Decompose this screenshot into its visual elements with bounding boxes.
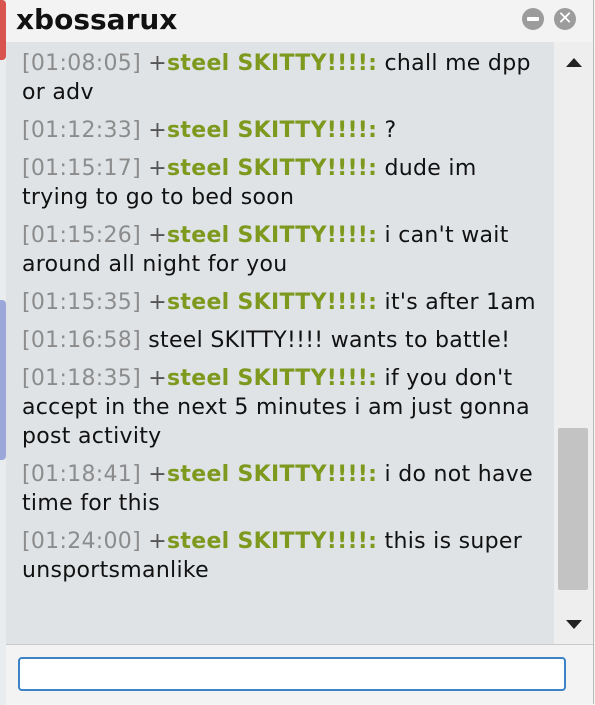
message-timestamp: [01:12:33]: [22, 118, 141, 143]
chat-message: [01:08:05] +steel SKITTY!!!!: chall me d…: [6, 46, 554, 113]
message-username[interactable]: steel SKITTY!!!!:: [167, 529, 377, 554]
chat-composer: [6, 644, 593, 704]
chat-log[interactable]: [01:08:05] +steel SKITTY!!!!: chall me d…: [6, 42, 554, 644]
arrow-up-icon[interactable]: [566, 58, 582, 67]
message-rank: +: [140, 529, 168, 554]
message-username[interactable]: steel SKITTY!!!!:: [167, 290, 377, 315]
message-username[interactable]: steel SKITTY!!!!:: [167, 51, 377, 76]
chat-window: xbossarux ✕ [01:08:05] +steel SKITTY!!!!…: [6, 0, 594, 704]
message-timestamp: [01:18:35]: [22, 366, 141, 391]
message-text: it's after 1am: [377, 290, 536, 315]
chat-message: [01:12:33] +steel SKITTY!!!!: ?: [6, 113, 554, 151]
message-timestamp: [01:18:41]: [22, 462, 141, 487]
system-message: [01:16:58] steel SKITTY!!!! wants to bat…: [6, 323, 554, 361]
minimize-icon: [527, 17, 539, 21]
message-timestamp: [01:24:00]: [22, 529, 141, 554]
message-rank: +: [140, 462, 168, 487]
message-timestamp: [01:15:26]: [22, 223, 141, 248]
scrollbar-thumb[interactable]: [558, 428, 588, 590]
message-username[interactable]: steel SKITTY!!!!:: [167, 156, 377, 181]
message-timestamp: [01:08:05]: [22, 51, 141, 76]
message-username[interactable]: steel SKITTY!!!!:: [167, 118, 377, 143]
message-username[interactable]: steel SKITTY!!!!:: [167, 223, 377, 248]
chat-message: [01:24:00] +steel SKITTY!!!!: this is su…: [6, 524, 554, 591]
chat-message: [01:15:17] +steel SKITTY!!!!: dude im tr…: [6, 151, 554, 218]
minimize-button[interactable]: [522, 8, 544, 30]
chat-message: [01:18:41] +steel SKITTY!!!!: i do not h…: [6, 457, 554, 524]
chat-message: [01:15:26] +steel SKITTY!!!!: i can't wa…: [6, 218, 554, 285]
message-text: ?: [377, 118, 397, 143]
title-bar[interactable]: xbossarux ✕: [6, 0, 593, 42]
chat-input[interactable]: [18, 657, 566, 691]
message-rank: +: [140, 51, 168, 76]
message-timestamp: [01:15:35]: [22, 290, 141, 315]
message-rank: +: [140, 366, 168, 391]
chat-scrollbar[interactable]: [554, 42, 593, 644]
message-timestamp: [01:15:17]: [22, 156, 141, 181]
message-rank: +: [140, 118, 168, 143]
close-button[interactable]: ✕: [554, 8, 576, 30]
message-timestamp: [01:16:58]: [22, 328, 141, 353]
message-rank: +: [140, 223, 168, 248]
chat-message: [01:18:35] +steel SKITTY!!!!: if you don…: [6, 361, 554, 457]
message-rank: +: [140, 156, 168, 181]
message-username[interactable]: steel SKITTY!!!!:: [167, 462, 377, 487]
close-icon: ✕: [557, 8, 573, 29]
window-title: xbossarux: [16, 3, 178, 36]
system-message-text: steel SKITTY!!!! wants to battle!: [140, 328, 511, 353]
message-username[interactable]: steel SKITTY!!!!:: [167, 366, 377, 391]
chat-message: [01:15:35] +steel SKITTY!!!!: it's after…: [6, 285, 554, 323]
arrow-down-icon[interactable]: [566, 620, 582, 629]
message-rank: +: [140, 290, 168, 315]
